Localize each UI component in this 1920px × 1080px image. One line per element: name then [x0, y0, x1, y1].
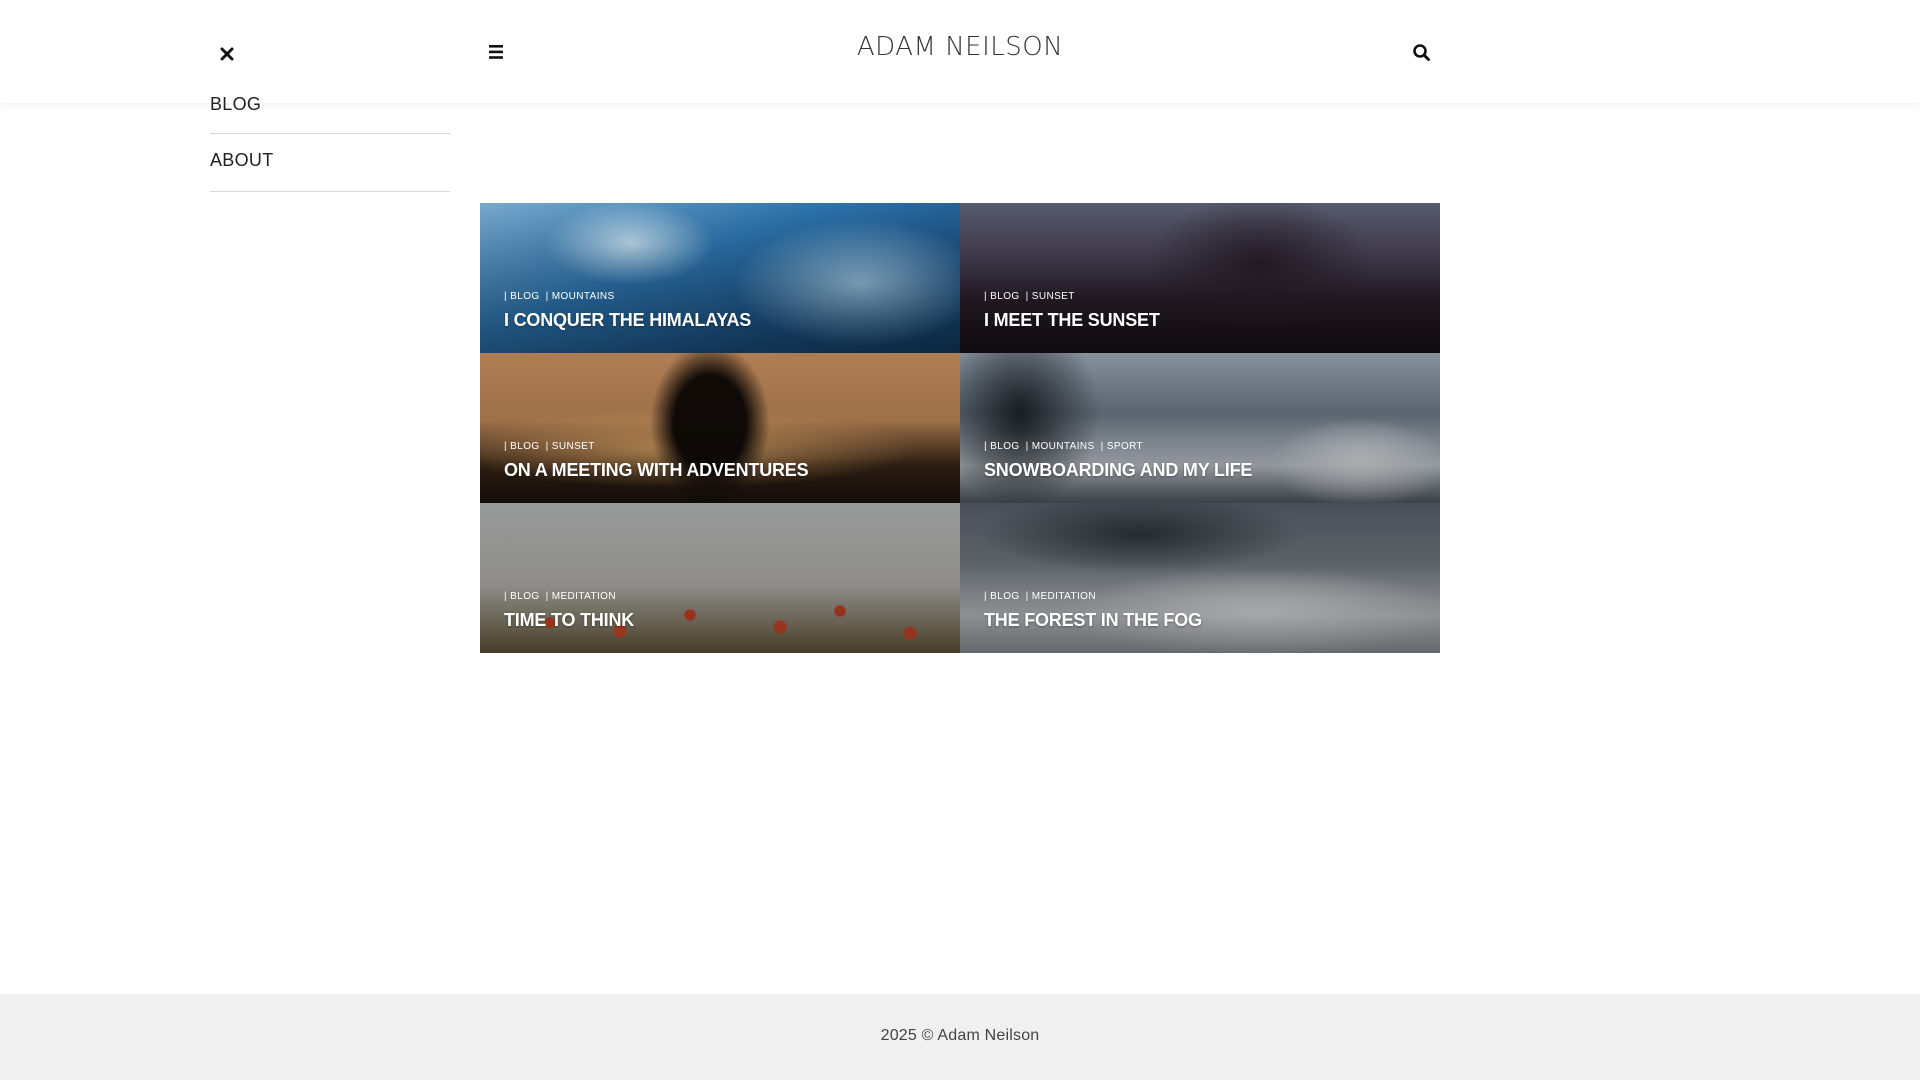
- category-link[interactable]: | BLOG: [984, 591, 1020, 602]
- post-title[interactable]: SNOWBOARDING AND MY LIFE: [984, 460, 1252, 481]
- side-menu-item-about[interactable]: ABOUT: [210, 134, 450, 192]
- category-link[interactable]: | MEDITATION: [1026, 591, 1096, 602]
- posts-grid: | BLOG | MOUNTAINS I CONQUER THE HIMALAYA…: [480, 203, 1440, 653]
- category-link[interactable]: | SUNSET: [1026, 291, 1075, 302]
- site-title-link[interactable]: ADAM NEILSON: [857, 32, 1063, 62]
- side-menu-item-blog[interactable]: BLOG: [210, 78, 450, 134]
- post-title[interactable]: I MEET THE SUNSET: [984, 310, 1160, 331]
- post-categories: | BLOG | MOUNTAINS: [504, 291, 621, 302]
- post-categories: | BLOG | MOUNTAINS | SPORT: [984, 441, 1149, 452]
- post-title[interactable]: THE FOREST IN THE FOG: [984, 610, 1202, 631]
- post-card[interactable]: | BLOG | MOUNTAINS | SPORT SNOWBOARDING AN…: [960, 353, 1440, 503]
- post-card[interactable]: | BLOG | SUNSET ON A MEETING WITH ADVENTU…: [480, 353, 960, 503]
- category-link[interactable]: | BLOG: [984, 441, 1020, 452]
- category-link[interactable]: | MOUNTAINS: [1026, 441, 1095, 452]
- category-link[interactable]: | MOUNTAINS: [546, 291, 615, 302]
- post-card[interactable]: | BLOG | SUNSET I MEET THE SUNSET: [960, 203, 1440, 353]
- footer-copyright: 2025 © Adam Neilson: [880, 1027, 1040, 1044]
- category-link[interactable]: | SPORT: [1101, 441, 1143, 452]
- post-categories: | BLOG | MEDITATION: [984, 591, 1102, 602]
- side-menu: BLOG ABOUT: [210, 84, 450, 192]
- category-link[interactable]: | BLOG: [984, 291, 1020, 302]
- category-link[interactable]: | MEDITATION: [546, 591, 616, 602]
- category-link[interactable]: | BLOG: [504, 591, 540, 602]
- search-button[interactable]: [1410, 41, 1434, 65]
- search-icon: [1413, 44, 1430, 61]
- post-card[interactable]: | BLOG | MEDITATION THE FOREST IN THE FOG: [960, 503, 1440, 653]
- post-card[interactable]: | BLOG | MEDITATION TIME TO THINK: [480, 503, 960, 653]
- category-link[interactable]: | BLOG: [504, 291, 540, 302]
- post-categories: | BLOG | SUNSET: [504, 441, 601, 452]
- post-title[interactable]: I CONQUER THE HIMALAYAS: [504, 310, 751, 331]
- post-card[interactable]: | BLOG | MOUNTAINS I CONQUER THE HIMALAYA…: [480, 203, 960, 353]
- site-title: ADAM NEILSON: [0, 32, 1920, 62]
- post-title[interactable]: TIME TO THINK: [504, 610, 634, 631]
- post-categories: | BLOG | MEDITATION: [504, 591, 622, 602]
- category-link[interactable]: | SUNSET: [546, 441, 595, 452]
- category-link[interactable]: | BLOG: [504, 441, 540, 452]
- post-categories: | BLOG | SUNSET: [984, 291, 1081, 302]
- site-footer: 2025 © Adam Neilson: [0, 994, 1920, 1080]
- post-title[interactable]: ON A MEETING WITH ADVENTURES: [504, 460, 809, 481]
